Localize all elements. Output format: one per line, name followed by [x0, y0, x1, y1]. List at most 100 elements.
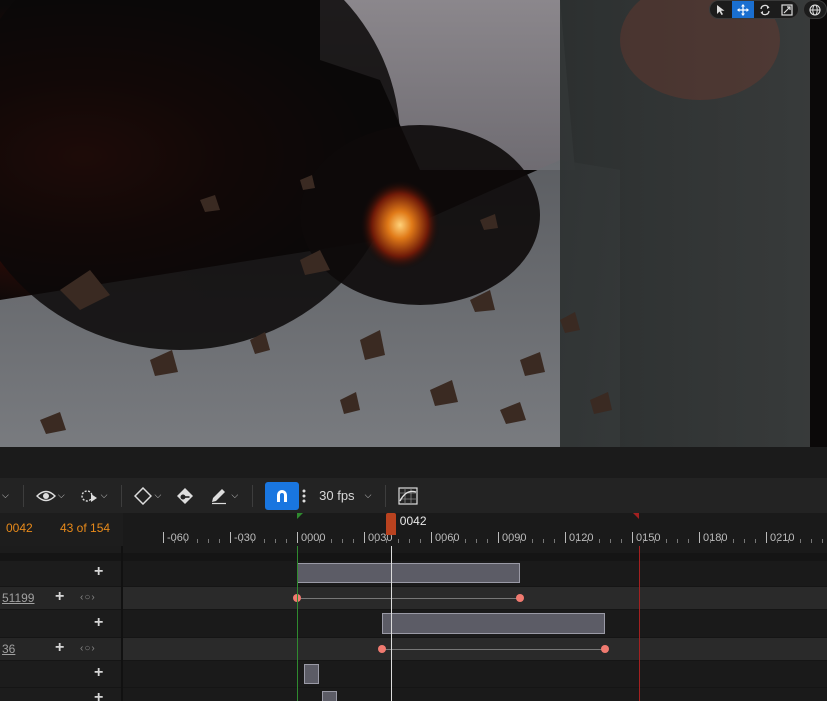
viewport-transform-toolbar: [709, 0, 827, 19]
section-bar[interactable]: [297, 563, 521, 583]
ruler-major-tick: [766, 532, 767, 543]
curve-editor-button[interactable]: [398, 486, 418, 505]
track-row-lane[interactable]: [123, 546, 827, 553]
property-value-field[interactable]: 51199: [2, 591, 34, 605]
toolbar-divider: [252, 484, 254, 507]
auto-key-button[interactable]: [175, 487, 195, 505]
ruler-minor-tick: [308, 539, 310, 543]
snap-toggle-button[interactable]: [265, 481, 300, 510]
ruler-minor-tick: [799, 539, 801, 543]
playback-end-marker[interactable]: [632, 513, 639, 519]
ruler-tick-label: 0180: [703, 532, 728, 544]
ruler-minor-tick: [330, 539, 332, 543]
section-bar[interactable]: [303, 664, 320, 684]
tree-timeline-splitter[interactable]: [121, 546, 123, 701]
playhead-frame-label: 0042: [399, 514, 427, 528]
globe-icon[interactable]: [804, 1, 826, 18]
add-key-icon[interactable]: +: [94, 563, 103, 581]
chevron-down-icon: ⌵: [100, 490, 108, 500]
ruler-minor-tick: [810, 539, 812, 543]
curve-editor-icon: [398, 486, 418, 505]
ruler-minor-tick: [453, 539, 455, 543]
ruler-major-tick: [297, 532, 298, 543]
sequencer-toolbar: ⌵ ⌵ ⌵ ⌵ ⌵ 30 fps ⌵: [0, 478, 827, 513]
keyframe[interactable]: [377, 645, 386, 653]
ruler-minor-tick: [475, 539, 477, 543]
ruler-minor-tick: [542, 539, 544, 543]
ruler-major-tick: [498, 532, 499, 543]
section-bar[interactable]: [381, 613, 606, 634]
move-icon[interactable]: [732, 1, 754, 18]
property-value-field[interactable]: 36: [2, 642, 15, 656]
ruler-minor-tick: [654, 539, 656, 543]
track-row-header[interactable]: +: [0, 661, 121, 687]
add-key-icon[interactable]: +: [94, 614, 103, 632]
coordinate-space-group: [803, 0, 827, 19]
ruler-minor-tick: [587, 539, 589, 543]
view-options-dropdown[interactable]: ⌵: [35, 489, 65, 503]
edit-mode-dropdown[interactable]: ⌵: [209, 487, 238, 505]
playback-start-marker[interactable]: [297, 513, 303, 519]
ruler-minor-tick: [754, 539, 756, 543]
framerate-dropdown[interactable]: 30 fps ⌵: [319, 488, 371, 503]
track-row-header[interactable]: +: [0, 546, 121, 553]
playback-start-line: [297, 546, 298, 701]
ruler-tick-label: 0120: [569, 532, 594, 544]
property-row-header[interactable]: 36 + ‹○›: [0, 638, 121, 660]
ruler-minor-tick: [285, 539, 287, 543]
rotate-icon[interactable]: [754, 1, 776, 18]
toolbar-divider: [22, 484, 24, 507]
transform-mode-group: [709, 0, 799, 19]
property-row-header[interactable]: 51199 + ‹○›: [0, 587, 121, 609]
viewport-scene: [0, 0, 827, 447]
key-navigation-icon[interactable]: ‹○›: [80, 643, 96, 654]
ruler-minor-tick: [196, 539, 198, 543]
current-frame-field[interactable]: 0042: [6, 521, 33, 535]
add-key-icon[interactable]: +: [55, 639, 64, 657]
ruler-minor-tick: [777, 539, 779, 543]
ruler-minor-tick: [442, 539, 444, 543]
key-connector-line: [381, 649, 606, 650]
ruler-minor-tick: [553, 539, 555, 543]
time-ruler[interactable]: -060 -030 0000 0030 0060 0090 0120 0150 0180 0210…: [123, 513, 827, 546]
track-row-header[interactable]: +: [0, 610, 121, 637]
add-key-icon[interactable]: +: [55, 588, 64, 606]
ruler-minor-tick: [274, 539, 276, 543]
track-row-header[interactable]: +: [0, 688, 121, 701]
ruler-minor-tick: [509, 539, 511, 543]
track-area: + + 51199 + ‹○› + 36 + ‹○› + +: [0, 546, 827, 701]
track-row-lane[interactable]: [123, 688, 827, 701]
key-navigation-icon[interactable]: ‹○›: [80, 592, 96, 603]
track-row-header[interactable]: +: [0, 561, 121, 586]
ruler-minor-tick: [375, 539, 377, 543]
section-bar[interactable]: [321, 691, 338, 701]
ruler-minor-tick: [598, 539, 600, 543]
playhead-handle[interactable]: [385, 513, 396, 535]
ruler-tick-label: 0150: [636, 532, 661, 544]
snap-magnet-icon: [277, 489, 288, 502]
ruler-minor-tick: [643, 539, 645, 543]
scale-icon[interactable]: [776, 1, 798, 18]
ruler-tick-label: 0090: [502, 532, 527, 544]
snap-options-button[interactable]: [301, 488, 307, 504]
toolbar-divider: [121, 484, 123, 507]
more-vertical-icon: [302, 489, 306, 502]
options-dropdown[interactable]: ⌵: [2, 490, 9, 501]
ruler-minor-tick: [520, 539, 522, 543]
track-row-lane[interactable]: [123, 661, 827, 687]
add-key-icon[interactable]: +: [94, 689, 103, 701]
ruler-minor-tick: [341, 539, 343, 543]
playback-options-dropdown[interactable]: ⌵: [79, 488, 108, 504]
key-connector-line: [297, 598, 521, 599]
eye-icon: [35, 490, 56, 501]
ruler-minor-tick: [821, 539, 823, 543]
ruler-minor-tick: [386, 539, 388, 543]
timeline-header: 0042 43 of 154 -060 -030 0000 0030 0060 0090 0…: [0, 513, 827, 546]
ruler-minor-tick: [721, 539, 723, 543]
key-group-dropdown[interactable]: ⌵: [134, 486, 162, 505]
add-key-icon[interactable]: +: [94, 664, 103, 682]
chevron-down-icon: ⌵: [154, 490, 162, 500]
playhead-line: [390, 546, 392, 701]
level-viewport[interactable]: [0, 0, 827, 447]
select-cursor-icon[interactable]: [710, 1, 732, 18]
